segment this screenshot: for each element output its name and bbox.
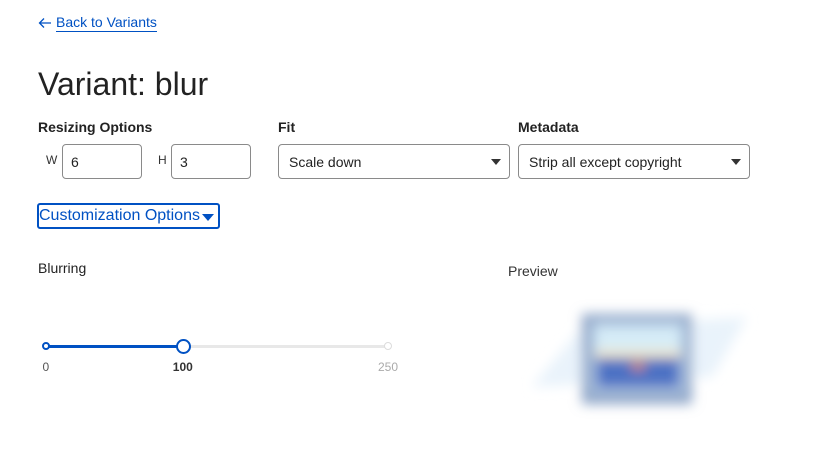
- fit-select[interactable]: Scale down: [278, 144, 510, 179]
- blurring-slider[interactable]: [38, 336, 402, 376]
- slider-end-dot: [384, 342, 392, 350]
- blurring-label: Blurring: [38, 260, 87, 276]
- slider-fill: [46, 345, 183, 348]
- arrow-left-icon: [38, 18, 51, 28]
- height-letter: H: [158, 153, 167, 167]
- back-link-label: Back to Variants: [56, 14, 157, 32]
- chevron-down-icon: [491, 159, 501, 165]
- back-to-variants-link[interactable]: Back to Variants: [38, 14, 157, 32]
- height-input[interactable]: [171, 144, 251, 179]
- fit-label: Fit: [278, 119, 296, 135]
- width-letter: W: [46, 153, 58, 167]
- chevron-down-icon: [731, 159, 741, 165]
- customization-options-label: Customization Options: [39, 207, 200, 224]
- metadata-label: Metadata: [518, 119, 579, 135]
- slider-start-dot: [42, 342, 50, 350]
- fit-selected-value: Scale down: [289, 153, 362, 170]
- slider-value-label: 100: [172, 360, 193, 374]
- caret-down-icon: [201, 213, 214, 221]
- preview-label: Preview: [508, 263, 558, 279]
- page-title: Variant: blur: [38, 66, 209, 102]
- customization-options-toggle[interactable]: Customization Options: [37, 203, 220, 229]
- metadata-select[interactable]: Strip all except copyright: [518, 144, 750, 179]
- slider-thumb[interactable]: [175, 339, 191, 354]
- blurred-preview-image: [532, 314, 747, 404]
- width-input[interactable]: [62, 144, 142, 179]
- resizing-options-label: Resizing Options: [38, 119, 153, 135]
- slider-min-label: 0: [42, 360, 50, 374]
- slider-max-label: 250: [378, 360, 399, 374]
- metadata-selected-value: Strip all except copyright: [529, 153, 682, 170]
